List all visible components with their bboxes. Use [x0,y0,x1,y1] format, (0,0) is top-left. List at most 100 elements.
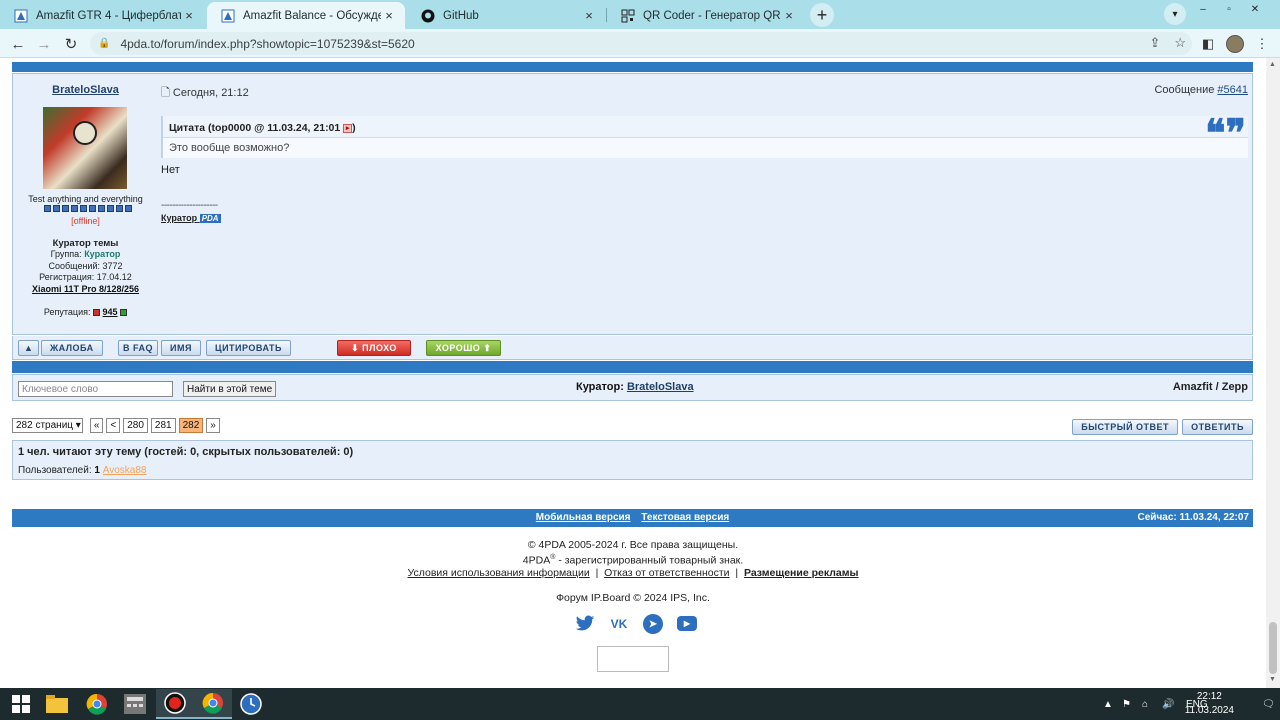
post-text: Нет [161,164,180,176]
name-button[interactable]: ИМЯ [161,340,201,356]
search-in-topic-button[interactable]: Найти в этой теме [183,381,277,397]
address-bar[interactable]: 🔒 4pda.to/forum/index.php?showtopic=1075… [90,32,1192,55]
user-rank-pips [44,205,132,212]
text-version-link[interactable]: Текстовая версия [641,512,729,523]
scroll-down-arrow-icon: ▼ [1269,676,1276,683]
first-page-button[interactable]: « [89,418,104,433]
user-registered: Регистрация: 17.04.12 [39,272,132,282]
reputation-plus-icon[interactable] [120,309,128,317]
user-messages: Сообщений: 3772 [48,261,123,271]
back-icon[interactable]: ← [7,33,29,55]
mobile-version-link[interactable]: Мобильная версия [536,512,631,523]
user-device[interactable]: Xiaomi 11T Pro 8/128/256 [13,284,158,294]
close-tab-icon[interactable]: × [381,8,397,23]
terms-link[interactable]: Условия использования информации [408,567,590,579]
maximize-icon[interactable]: ▫ [1216,2,1242,16]
social-links: VK ➤ ▶ [575,614,697,634]
chevron-down-icon: ▾ [75,420,81,431]
sidebar-icon[interactable]: ◧ [1197,33,1219,55]
quick-reply-button[interactable]: БЫСТРЫЙ ОТВЕТ [1072,419,1179,435]
footer-bar: Мобильная версия Текстовая версия Сейчас… [12,509,1253,527]
curator-link[interactable]: BrateloSlava [627,381,694,393]
post-page-icon: 🗋 [161,87,170,99]
tab-github[interactable]: GitHub × [407,2,605,29]
chrome-icon[interactable] [78,689,116,719]
file-explorer-icon[interactable] [38,689,76,719]
arrow-up-icon: ⬆ [483,342,492,353]
notification-tray-icon[interactable]: ⚑ [1122,688,1131,720]
footer-links: Мобильная версия Текстовая версия [12,512,1253,523]
network-icon[interactable]: ⌂ [1142,688,1148,720]
tab-search-chevron-icon[interactable]: ▾ [1164,3,1186,25]
tab-amazfit-balance[interactable]: Amazfit Balance - Обсуждение - × [207,2,405,29]
reputation-minus-icon[interactable] [93,309,101,317]
vk-icon[interactable]: VK [609,614,629,634]
keyword-search-input[interactable] [18,381,173,397]
post-body: Цитата (top0000 @ 11.03.24, 21:01 ▸) ❝❞ … [161,114,1248,223]
prev-page-button[interactable]: < [106,418,121,433]
volume-icon[interactable]: 🔊 [1162,688,1174,720]
windows-start-icon[interactable] [2,689,40,719]
new-tab-button[interactable]: + [810,3,834,27]
page-281[interactable]: 281 [150,418,176,433]
complaint-button[interactable]: ЖАЛОБА [41,340,103,356]
close-tab-icon[interactable]: × [781,8,797,23]
avatar[interactable] [43,107,127,189]
scrollbar-thumb[interactable] [1269,622,1277,674]
quote-source-icon[interactable]: ▸ [343,123,353,133]
trademark: 4PDA® - зарегистрированный товарный знак… [522,554,744,567]
reputation-value[interactable]: 945 [103,307,118,317]
forum-category[interactable]: Amazfit / Zepp [1173,381,1248,393]
readers-count: 1 чел. читают эту тему (гостей: 0, скрыт… [18,446,354,458]
page-current: 282 [178,418,204,433]
page-280[interactable]: 280 [123,418,148,433]
twitter-icon[interactable] [575,614,595,634]
faq-button[interactable]: В FAQ [118,340,159,356]
bookmark-star-icon[interactable]: ☆ [1174,35,1186,51]
telegram-icon[interactable]: ➤ [643,614,663,634]
tab-amazfit-gtr4[interactable]: Amazfit GTR 4 - Циферблаты - 4 × [0,2,205,29]
server-time: Сейчас: 11.03.24, 22:07 [1137,512,1249,523]
tab-qr-coder[interactable]: QR Coder - Генератор QR кодов × [607,2,805,29]
screen-recorder-icon[interactable] [156,689,194,719]
copyright: © 4PDA 2005-2024 г. Все права защищены. [527,539,739,551]
close-window-icon[interactable]: ✕ [1242,2,1268,16]
arrow-down-icon: ⬇ [351,342,360,353]
reply-button[interactable]: ОТВЕТИТЬ [1182,419,1253,435]
page-scrollbar[interactable]: ▲ ▼ [1266,58,1280,688]
4pda-favicon-icon [14,9,28,23]
menu-kebab-icon[interactable]: ⋮ [1251,33,1273,55]
notifications-icon[interactable]: 🗨 [1262,688,1275,720]
close-tab-icon[interactable]: × [581,8,597,23]
reload-icon[interactable]: ↻ [60,33,82,55]
calculator-app-icon[interactable] [116,689,154,719]
rate-good-button[interactable]: ХОРОШО ⬆ [426,340,501,356]
post-number-link[interactable]: #5641 [1217,84,1248,96]
4pda-favicon-icon [221,9,235,23]
4pda-logo: PDA [199,214,221,223]
forward-icon[interactable]: → [33,33,55,55]
show-hidden-icons[interactable]: ▲ [1103,688,1113,720]
post-top-bar [12,62,1253,72]
post-author[interactable]: BrateloSlava [13,84,158,96]
profile-avatar[interactable] [1224,33,1246,55]
signature[interactable]: Куратор PDA [161,213,1248,223]
quote-header: Цитата (top0000 @ 11.03.24, 21:01 ▸) [169,122,356,134]
pages-select[interactable]: 282 страниц ▾ [12,418,83,433]
next-page-button[interactable]: » [206,418,220,433]
clock-app-icon[interactable] [232,689,270,719]
youtube-icon[interactable]: ▶ [677,616,697,631]
share-icon[interactable]: ⇪ [1149,35,1160,51]
taskbar-clock[interactable]: 22:12 11.03.2024 [1185,690,1234,718]
lock-icon: 🔒 [98,38,111,49]
minimize-icon[interactable]: – [1190,2,1216,16]
quote-button[interactable]: ЦИТИРОВАТЬ [206,340,291,356]
ads-link[interactable]: Размещение рекламы [744,567,859,579]
chrome-active-icon[interactable] [194,689,232,719]
scroll-up-button[interactable]: ▲ [18,340,40,356]
reader-user-link[interactable]: Avoska88 [103,465,147,476]
rate-bad-button[interactable]: ⬇ ПЛОХО [337,340,411,356]
disclaimer-link[interactable]: Отказ от ответственности [604,567,729,579]
close-tab-icon[interactable]: × [181,8,197,23]
browser-toolbar: ← → ↻ 🔒 4pda.to/forum/index.php?showtopi… [0,29,1280,58]
